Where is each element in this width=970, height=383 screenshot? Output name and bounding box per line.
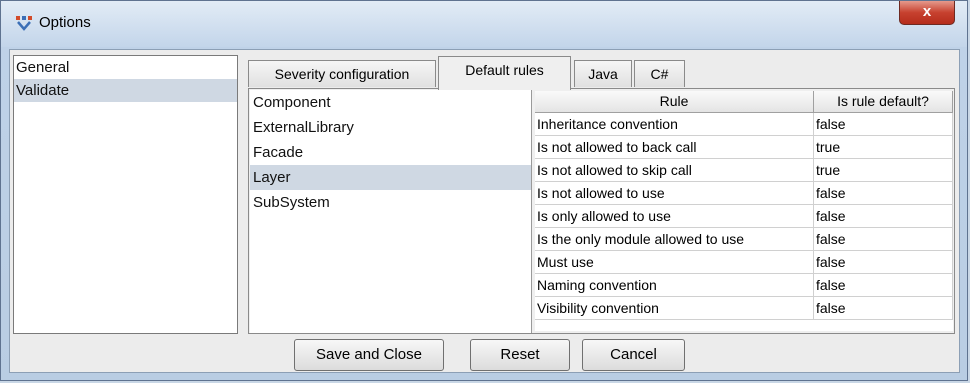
table-row[interactable]: Is not allowed to back call true (535, 136, 953, 159)
rule-name-cell: Is not allowed to use (535, 182, 814, 204)
column-header-default[interactable]: Is rule default? (814, 91, 953, 112)
table-row[interactable]: Inheritance convention false (535, 113, 953, 136)
tab-csharp[interactable]: C# (634, 60, 685, 87)
close-button[interactable]: x (899, 1, 955, 25)
table-row[interactable]: Visibility convention false (535, 297, 953, 320)
rule-default-cell[interactable]: false (814, 274, 953, 296)
title-bar[interactable]: Options x (1, 1, 967, 47)
cancel-button[interactable]: Cancel (582, 339, 685, 371)
save-and-close-button[interactable]: Save and Close (294, 339, 444, 371)
module-type-item[interactable]: Facade (250, 140, 531, 165)
column-header-rule[interactable]: Rule (535, 91, 814, 112)
module-type-item[interactable]: ExternalLibrary (250, 115, 531, 140)
rule-name-cell: Naming convention (535, 274, 814, 296)
rule-default-cell[interactable]: false (814, 113, 953, 135)
module-type-item-selected[interactable]: Layer (250, 165, 531, 190)
reset-button[interactable]: Reset (470, 339, 570, 371)
tab-default-rules[interactable]: Default rules (438, 56, 571, 90)
dialog-content: General Validate Severity configuration … (9, 49, 960, 373)
category-item-general[interactable]: General (14, 56, 237, 79)
module-type-list: Component ExternalLibrary Facade Layer S… (250, 90, 532, 333)
rule-default-cell[interactable]: true (814, 136, 953, 158)
window-title: Options (39, 14, 91, 31)
button-bar: Save and Close Reset Cancel (10, 339, 959, 373)
rule-default-cell[interactable]: false (814, 205, 953, 227)
module-type-item[interactable]: SubSystem (250, 190, 531, 215)
rules-table: Rule Is rule default? Inheritance conven… (535, 91, 953, 331)
table-row[interactable]: Is not allowed to skip call true (535, 159, 953, 182)
options-dialog: Options x General Validate Severity conf… (0, 0, 968, 381)
rule-default-cell[interactable]: false (814, 182, 953, 204)
rule-default-cell[interactable]: false (814, 297, 953, 319)
module-type-item[interactable]: Component (250, 90, 531, 115)
rule-name-cell: Is only allowed to use (535, 205, 814, 227)
rule-name-cell: Visibility convention (535, 297, 814, 319)
rule-name-cell: Is the only module allowed to use (535, 228, 814, 250)
table-header: Rule Is rule default? (535, 91, 953, 113)
table-row[interactable]: Naming convention false (535, 274, 953, 297)
tab-java[interactable]: Java (574, 60, 632, 87)
rule-name-cell: Is not allowed to skip call (535, 159, 814, 181)
default-rules-panel: Component ExternalLibrary Facade Layer S… (248, 88, 955, 334)
rule-default-cell[interactable]: false (814, 251, 953, 273)
tab-severity-configuration[interactable]: Severity configuration (248, 60, 436, 87)
rule-name-cell: Must use (535, 251, 814, 273)
app-icon (16, 16, 32, 31)
rule-name-cell: Is not allowed to back call (535, 136, 814, 158)
table-row[interactable]: Is not allowed to use false (535, 182, 953, 205)
rule-default-cell[interactable]: true (814, 159, 953, 181)
category-list: General Validate (13, 55, 238, 334)
table-row[interactable]: Is the only module allowed to use false (535, 228, 953, 251)
category-item-validate[interactable]: Validate (14, 79, 237, 102)
rule-name-cell: Inheritance convention (535, 113, 814, 135)
table-row[interactable]: Is only allowed to use false (535, 205, 953, 228)
table-row[interactable]: Must use false (535, 251, 953, 274)
rule-default-cell[interactable]: false (814, 228, 953, 250)
